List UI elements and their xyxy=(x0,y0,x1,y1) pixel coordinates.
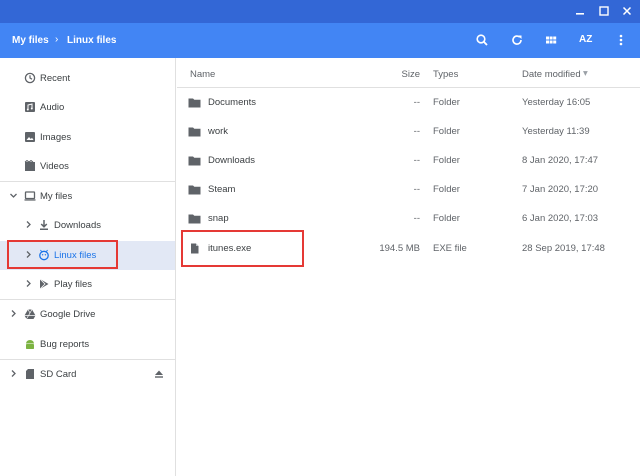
download-icon xyxy=(40,220,48,230)
chevron-down-icon[interactable] xyxy=(9,191,18,200)
file-date: Yesterday 11:39 xyxy=(522,126,590,137)
file-list: Name Size Types Date modified ▾ Document… xyxy=(177,58,640,476)
file-row[interactable]: work -- Folder Yesterday 11:39 xyxy=(177,117,640,146)
computer-icon xyxy=(24,191,36,201)
file-type: Folder xyxy=(433,126,460,137)
file-name: Downloads xyxy=(208,155,255,166)
sidebar-item-videos[interactable]: Videos xyxy=(0,152,175,181)
sidebar-item-sd-card[interactable]: SD Card xyxy=(0,360,175,389)
sidebar-item-label: Images xyxy=(40,132,72,143)
sidebar-item-google-drive[interactable]: Google Drive xyxy=(0,300,175,329)
file-name: snap xyxy=(208,213,229,224)
sidebar-item-label: Bug reports xyxy=(40,339,90,350)
file-date: 8 Jan 2020, 17:47 xyxy=(522,155,599,166)
file-size: -- xyxy=(413,213,420,224)
sidebar-item-label: Recent xyxy=(40,73,71,84)
linux-icon xyxy=(39,249,49,261)
file-date: 28 Sep 2019, 17:48 xyxy=(522,243,605,254)
file-row[interactable]: Downloads -- Folder 8 Jan 2020, 17:47 xyxy=(177,146,640,175)
file-type: Folder xyxy=(433,155,460,166)
file-date: 7 Jan 2020, 17:20 xyxy=(522,184,599,195)
drive-icon xyxy=(24,309,36,320)
sort-arrow-icon[interactable]: ▾ xyxy=(583,68,588,79)
sidebar-item-label: SD Card xyxy=(40,369,77,380)
folder-icon xyxy=(188,127,201,137)
sd-card-icon xyxy=(26,369,34,379)
sidebar-item-label: My files xyxy=(40,191,73,202)
sidebar-item-play-files[interactable]: Play files xyxy=(0,270,175,299)
file-row[interactable]: itunes.exe 194.5 MB EXE file 28 Sep 2019… xyxy=(177,234,640,263)
chevron-right-icon[interactable] xyxy=(24,220,33,229)
chevron-right-icon[interactable] xyxy=(9,369,18,378)
android-icon xyxy=(26,340,34,349)
sidebar-item-downloads[interactable]: Downloads xyxy=(0,211,175,240)
column-header-size[interactable]: Size xyxy=(402,69,420,80)
sidebar-item-label: Videos xyxy=(40,161,69,172)
folder-icon xyxy=(188,185,201,195)
file-size: -- xyxy=(413,184,420,195)
sidebar-item-label: Play files xyxy=(54,279,93,290)
sidebar-item-images[interactable]: Images xyxy=(0,123,175,152)
sidebar-item-label: Audio xyxy=(40,102,65,113)
file-size: -- xyxy=(413,97,420,108)
app-header: My files › Linux files AZ xyxy=(0,23,640,58)
breadcrumb-linux-files[interactable]: Linux files xyxy=(67,35,116,46)
file-name: work xyxy=(208,126,229,137)
file-icon xyxy=(191,243,199,254)
search-icon[interactable] xyxy=(475,33,489,47)
audio-icon xyxy=(25,102,35,112)
sidebar-item-bug-reports[interactable]: Bug reports xyxy=(0,330,175,359)
sidebar-item-audio[interactable]: Audio xyxy=(0,93,175,122)
column-header-name[interactable]: Name xyxy=(190,69,215,80)
column-header-date[interactable]: Date modified xyxy=(522,69,581,80)
sidebar-item-recent[interactable]: Recent xyxy=(0,64,175,93)
refresh-icon[interactable] xyxy=(510,33,524,47)
chevron-right-icon[interactable] xyxy=(24,250,33,259)
chevron-right-icon[interactable] xyxy=(9,309,18,318)
file-type: Folder xyxy=(433,184,460,195)
chevron-right-icon[interactable] xyxy=(24,279,33,288)
folder-icon xyxy=(188,214,201,224)
file-size: 194.5 MB xyxy=(379,243,420,254)
sidebar-item-linux-files[interactable]: Linux files xyxy=(0,241,175,270)
video-icon xyxy=(24,160,35,171)
sidebar-item-my-files[interactable]: My files xyxy=(0,182,175,211)
breadcrumb-separator: › xyxy=(55,34,59,45)
window-titlebar xyxy=(0,0,640,23)
file-type: EXE file xyxy=(433,243,467,254)
file-date: 6 Jan 2020, 17:03 xyxy=(522,213,599,224)
file-name: Steam xyxy=(208,184,236,195)
sidebar-item-label: Downloads xyxy=(54,220,101,231)
sidebar: Recent Audio Images Videos My files Down… xyxy=(0,58,176,476)
image-icon xyxy=(25,132,35,142)
sidebar-item-label: Linux files xyxy=(54,250,97,261)
file-type: Folder xyxy=(433,213,460,224)
play-icon xyxy=(39,278,49,290)
sort-az-icon[interactable]: AZ xyxy=(579,34,597,48)
file-type: Folder xyxy=(433,97,460,108)
maximize-icon[interactable] xyxy=(597,4,611,18)
file-date: Yesterday 16:05 xyxy=(522,97,591,108)
minimize-icon[interactable] xyxy=(573,4,587,18)
file-row[interactable]: snap -- Folder 6 Jan 2020, 17:03 xyxy=(177,204,640,233)
folder-icon xyxy=(188,98,201,108)
breadcrumb-my-files[interactable]: My files xyxy=(12,35,49,46)
file-size: -- xyxy=(413,126,420,137)
folder-icon xyxy=(188,156,201,166)
file-name: itunes.exe xyxy=(208,243,252,254)
file-size: -- xyxy=(413,155,420,166)
clock-icon xyxy=(24,72,36,84)
eject-icon[interactable] xyxy=(153,368,165,380)
file-row[interactable]: Steam -- Folder 7 Jan 2020, 17:20 xyxy=(177,175,640,204)
column-header-type[interactable]: Types xyxy=(433,69,458,80)
close-icon[interactable] xyxy=(620,4,634,18)
file-name: Documents xyxy=(208,97,257,108)
sidebar-item-label: Google Drive xyxy=(40,309,96,320)
grid-view-icon[interactable] xyxy=(544,33,558,47)
file-row[interactable]: Documents -- Folder Yesterday 16:05 xyxy=(177,88,640,117)
more-vert-icon[interactable] xyxy=(614,33,628,47)
